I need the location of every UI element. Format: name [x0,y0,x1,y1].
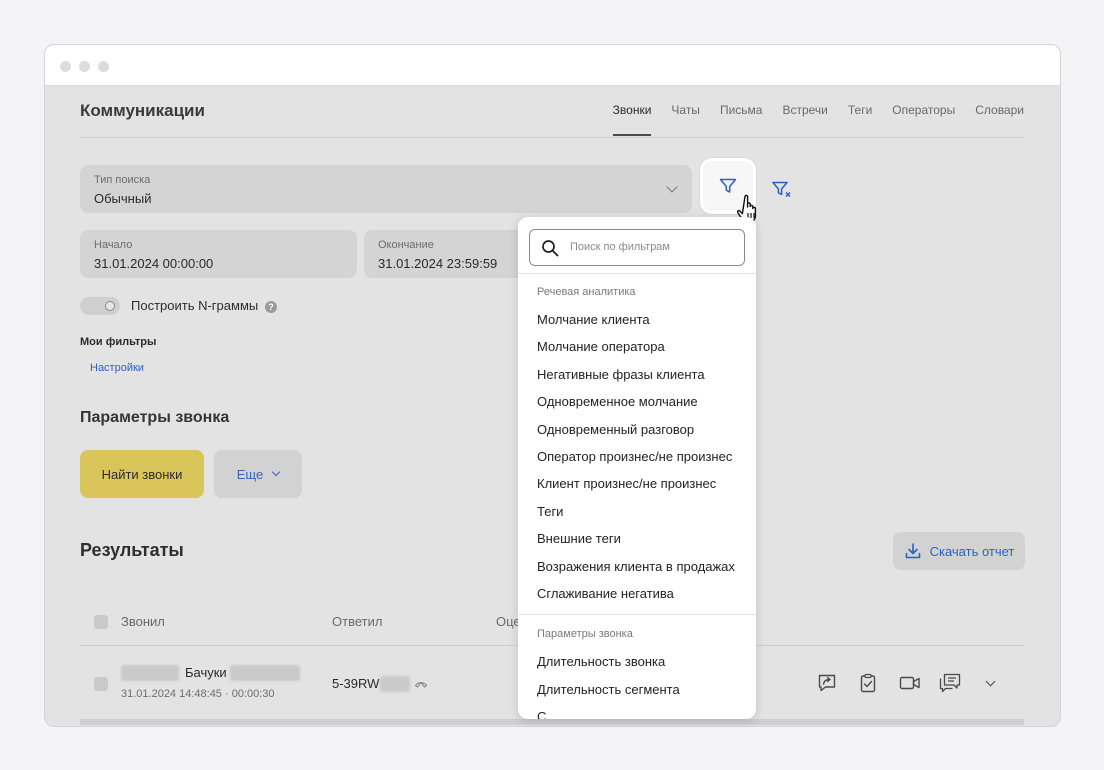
more-button[interactable]: Еще [214,450,302,498]
filter-option[interactable]: Длительность сегмента [537,682,680,697]
tab-dictionaries[interactable]: Словари [975,103,1024,136]
filter-option[interactable]: Возражения клиента в продажах [537,559,735,574]
filter-option[interactable]: Оператор произнес/не произнес [537,449,732,464]
filter-search-input[interactable]: Поиск по фильтрам [529,229,745,266]
download-icon [905,543,920,559]
select-all-checkbox[interactable] [94,615,108,629]
search-icon [542,240,559,257]
filter-option[interactable]: Одновременный разговор [537,422,694,437]
search-type-value: Обычный [94,191,152,206]
filter-option[interactable]: Сглаживание негатива [537,586,674,601]
filter-option[interactable]: С [537,709,546,719]
call-meta: 31.01.2024 14:48:45 · 00:00:30 [121,688,275,700]
settings-link[interactable]: Настройки [90,362,144,374]
search-type-select[interactable]: Тип поиска Обычный [80,165,692,213]
end-date-value: 31.01.2024 23:59:59 [378,256,498,271]
results-title: Результаты [80,540,184,560]
page-title: Коммуникации [80,101,205,120]
clipboard-check-icon[interactable] [858,673,878,693]
chevron-down-icon [271,467,281,477]
redacted-text [380,676,410,692]
chevron-down-icon [666,181,678,193]
download-report-button[interactable]: Скачать отчет [893,532,1025,570]
row-checkbox[interactable] [94,677,108,691]
end-date-label: Окончание [378,239,434,251]
find-calls-button[interactable]: Найти звонки [80,450,204,498]
filter-clear-icon[interactable] [771,180,793,200]
tab-tags[interactable]: Теги [848,103,872,136]
filter-option[interactable]: Молчание оператора [537,339,665,354]
table-bottom-divider [80,719,1024,725]
start-date-label: Начало [94,239,133,251]
filter-search-placeholder: Поиск по фильтрам [570,241,670,253]
group-label-speech-analytics: Речевая аналитика [537,286,636,298]
download-report-label: Скачать отчет [929,543,1015,559]
tab-meetings[interactable]: Встречи [782,103,827,136]
filter-option[interactable]: Негативные фразы клиента [537,367,705,382]
tab-bar: Звонки Чаты Письма Встречи Теги Оператор… [612,103,1024,136]
answered-by: 5-39RW [332,676,380,691]
phone-icon [414,681,428,688]
dropdown-divider [518,614,756,615]
filter-option[interactable]: Одновременное молчание [537,394,698,409]
window-dot [98,61,109,72]
start-date-field[interactable]: Начало 31.01.2024 00:00:00 [80,230,357,278]
column-header-caller[interactable]: Звонил [121,614,165,629]
share-comment-icon[interactable] [817,673,837,693]
group-label-call-params: Параметры звонка [537,628,633,640]
start-date-value: 31.01.2024 00:00:00 [94,256,214,271]
toggle-knob [105,301,115,311]
filter-option[interactable]: Теги [537,504,563,519]
tab-calls[interactable]: Звонки [612,103,651,136]
filter-icon [719,178,737,193]
search-type-label: Тип поиска [94,174,151,186]
header-divider [80,137,1024,138]
help-icon[interactable]: ? [265,301,277,313]
my-filters-title: Мои фильтры [80,336,157,348]
ngram-label: Построить N-граммы [131,298,259,313]
filter-option[interactable]: Молчание клиента [537,312,650,327]
ngram-toggle[interactable] [80,297,120,315]
chat-icon[interactable] [939,673,961,693]
tab-chats[interactable]: Чаты [671,103,700,136]
window-dot [60,61,71,72]
redacted-text [121,665,179,681]
filter-option[interactable]: Длительность звонка [537,654,665,669]
window-dot [79,61,90,72]
call-params-title: Параметры звонка [80,409,230,426]
tab-emails[interactable]: Письма [720,103,763,136]
dropdown-divider [518,273,756,274]
redacted-text [230,665,300,681]
caller-name: Бачуки [185,665,227,680]
window-titlebar [45,45,1060,86]
column-header-rating[interactable]: Оце [496,614,521,629]
chevron-down-icon[interactable] [985,676,996,687]
filter-dropdown: Поиск по фильтрам Речевая аналитика Молч… [518,217,756,719]
more-button-label: Еще [236,466,264,482]
filter-option[interactable]: Внешние теги [537,531,621,546]
tab-operators[interactable]: Операторы [892,103,955,136]
column-header-answered[interactable]: Ответил [332,614,382,629]
video-icon[interactable] [899,673,921,693]
filter-option[interactable]: Клиент произнес/не произнес [537,476,716,491]
